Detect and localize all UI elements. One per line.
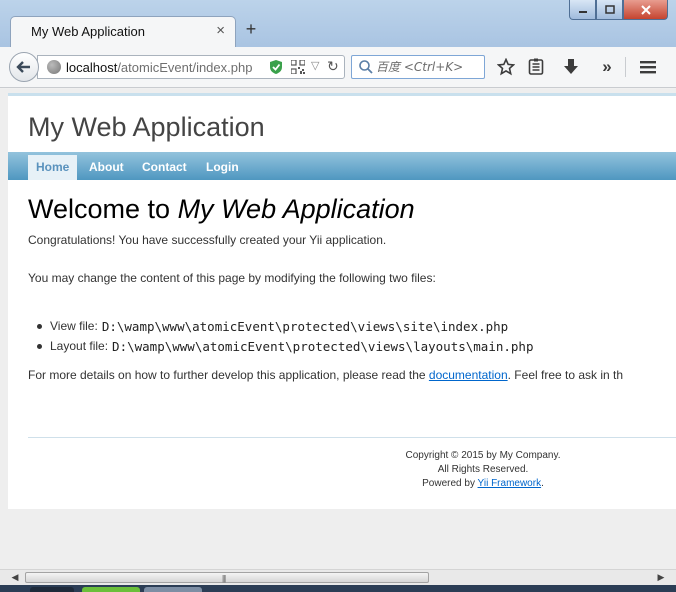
menu-item-login[interactable]: Login bbox=[198, 155, 247, 180]
footer-powered: Powered by Yii Framework. bbox=[363, 477, 603, 491]
url-text[interactable]: localhost/atomicEvent/index.php bbox=[66, 60, 252, 75]
tab-close-icon[interactable]: × bbox=[216, 22, 225, 39]
bullet bbox=[37, 343, 42, 349]
list-item: View file: D:\wamp\www\atomicEvent\prote… bbox=[28, 316, 533, 336]
url-host: localhost bbox=[66, 60, 118, 75]
menu-item-about[interactable]: About bbox=[81, 155, 132, 180]
details-before: For more details on how to further devel… bbox=[28, 368, 429, 382]
shield-icon[interactable] bbox=[269, 59, 283, 75]
taskbar-button[interactable] bbox=[144, 587, 202, 592]
file-label: View file: bbox=[50, 319, 98, 333]
welcome-heading: Welcome to My Web Application bbox=[28, 192, 676, 226]
congratulations-text: Congratulations! You have successfully c… bbox=[28, 233, 387, 247]
close-window-button[interactable] bbox=[623, 0, 668, 20]
download-button[interactable] bbox=[560, 56, 582, 78]
bookmark-star-button[interactable] bbox=[495, 56, 517, 78]
yii-framework-link[interactable]: Yii Framework bbox=[478, 478, 542, 489]
hamburger-menu-icon bbox=[640, 61, 656, 74]
footer: Copyright © 2015 by My Company. All Righ… bbox=[363, 449, 603, 491]
reading-list-icon bbox=[528, 58, 544, 75]
overflow-chevrons-icon[interactable]: » bbox=[596, 56, 618, 78]
close-icon bbox=[640, 4, 651, 15]
documentation-link[interactable]: documentation bbox=[429, 368, 508, 382]
tab-title: My Web Application bbox=[31, 24, 145, 39]
reading-list-button[interactable] bbox=[525, 56, 547, 78]
page-container: My Web Application Home About Contact Lo… bbox=[8, 93, 676, 509]
change-content-text: You may change the content of this page … bbox=[28, 271, 436, 285]
window-titlebar: My Web Application × + bbox=[0, 0, 676, 47]
search-box[interactable] bbox=[351, 55, 485, 79]
qr-code-icon[interactable] bbox=[291, 60, 305, 74]
reload-icon[interactable]: ↻ bbox=[327, 58, 339, 75]
file-path: D:\wamp\www\atomicEvent\protected\views\… bbox=[101, 318, 509, 334]
search-icon bbox=[359, 60, 373, 74]
footer-copyright: Copyright © 2015 by My Company. bbox=[405, 450, 561, 461]
minimize-button[interactable] bbox=[569, 0, 596, 20]
dropdown-icon[interactable]: ▽ bbox=[311, 59, 319, 72]
minimize-icon bbox=[578, 10, 587, 13]
menu-item-contact[interactable]: Contact bbox=[134, 155, 195, 180]
site-title: My Web Application bbox=[28, 112, 265, 142]
bookmark-star-icon bbox=[497, 58, 515, 76]
horizontal-scrollbar[interactable]: ◀ ||| ▶ bbox=[0, 569, 676, 585]
powered-prefix: Powered by bbox=[422, 478, 478, 489]
maximize-button[interactable] bbox=[596, 0, 623, 20]
new-tab-button[interactable]: + bbox=[241, 19, 261, 40]
navigation-toolbar: localhost/atomicEvent/index.php ▽ ↻ 百度 <… bbox=[0, 47, 676, 88]
back-icon bbox=[16, 61, 30, 73]
scroll-right-arrow-icon[interactable]: ▶ bbox=[655, 572, 667, 583]
file-list: View file: D:\wamp\www\atomicEvent\prote… bbox=[28, 316, 533, 356]
file-label: Layout file: bbox=[50, 339, 109, 353]
globe-icon bbox=[47, 60, 61, 74]
maximize-icon bbox=[604, 5, 615, 14]
heading-prefix: Welcome to bbox=[28, 194, 178, 224]
taskbar-button[interactable] bbox=[82, 587, 140, 592]
details-after: . Feel free to ask in th bbox=[507, 368, 624, 382]
powered-suffix: . bbox=[541, 478, 544, 489]
heading-app-name: My Web Application bbox=[177, 194, 415, 224]
download-icon bbox=[564, 59, 578, 74]
url-path: /atomicEvent/index.php bbox=[117, 60, 253, 75]
main-menu: Home About Contact Login bbox=[8, 152, 676, 180]
back-button[interactable] bbox=[9, 52, 39, 82]
menu-item-home[interactable]: Home bbox=[28, 155, 78, 180]
details-text: For more details on how to further devel… bbox=[28, 368, 623, 382]
main-content: Welcome to My Web Application Congratula… bbox=[28, 192, 676, 382]
scroll-left-arrow-icon[interactable]: ◀ bbox=[9, 572, 21, 583]
file-path: D:\wamp\www\atomicEvent\protected\views\… bbox=[112, 338, 534, 354]
search-input[interactable] bbox=[376, 58, 482, 76]
footer-rights: All Rights Reserved. bbox=[437, 464, 529, 475]
bullet bbox=[37, 323, 42, 329]
taskbar-button[interactable] bbox=[30, 587, 74, 592]
toolbar-separator bbox=[625, 57, 626, 77]
page-viewport: My Web Application Home About Contact Lo… bbox=[0, 89, 676, 569]
scroll-thumb[interactable]: ||| bbox=[25, 572, 429, 583]
url-bar[interactable]: localhost/atomicEvent/index.php ▽ ↻ bbox=[37, 55, 345, 79]
tab-active[interactable]: My Web Application × bbox=[10, 16, 236, 47]
list-item: Layout file: D:\wamp\www\atomicEvent\pro… bbox=[28, 336, 533, 356]
footer-divider bbox=[28, 437, 676, 438]
grip-icon: ||| bbox=[222, 574, 226, 583]
hamburger-menu-button[interactable] bbox=[637, 56, 659, 78]
